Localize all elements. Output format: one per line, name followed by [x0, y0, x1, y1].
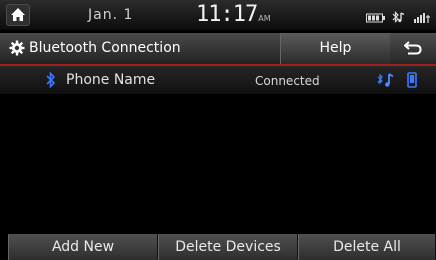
help-button[interactable]: Help — [280, 33, 391, 64]
status-bar: Jan. 1 11:17AM — [0, 0, 436, 30]
bluetooth-audio-icon — [377, 72, 397, 92]
bluetooth-icon — [46, 71, 56, 92]
bluetooth-audio-icon — [391, 8, 409, 27]
home-button[interactable] — [6, 4, 30, 26]
bottom-action-bar: Add New Delete Devices Delete All — [0, 234, 436, 260]
clock: 11:17AM — [196, 2, 271, 27]
battery-icon — [366, 8, 386, 27]
home-icon — [11, 8, 25, 21]
connection-status: Connected — [255, 74, 320, 88]
delete-devices-button[interactable]: Delete Devices — [158, 234, 298, 260]
add-new-button[interactable]: Add New — [8, 234, 158, 260]
back-button[interactable] — [390, 33, 436, 64]
date-display: Jan. 1 — [88, 7, 134, 23]
gear-icon — [9, 40, 25, 60]
ampm-indicator: AM — [258, 14, 271, 23]
device-list-item[interactable]: Phone Name Connected — [0, 66, 436, 94]
title-bar: Bluetooth Connection Help — [0, 33, 436, 64]
phone-icon — [407, 72, 417, 92]
back-arrow-icon — [404, 41, 422, 55]
device-name: Phone Name — [66, 72, 156, 88]
time-display: 11:17 — [196, 2, 258, 27]
signal-icon — [414, 8, 430, 27]
status-icons — [366, 8, 430, 27]
delete-all-button[interactable]: Delete All — [298, 234, 436, 260]
page-title: Bluetooth Connection — [29, 40, 181, 56]
